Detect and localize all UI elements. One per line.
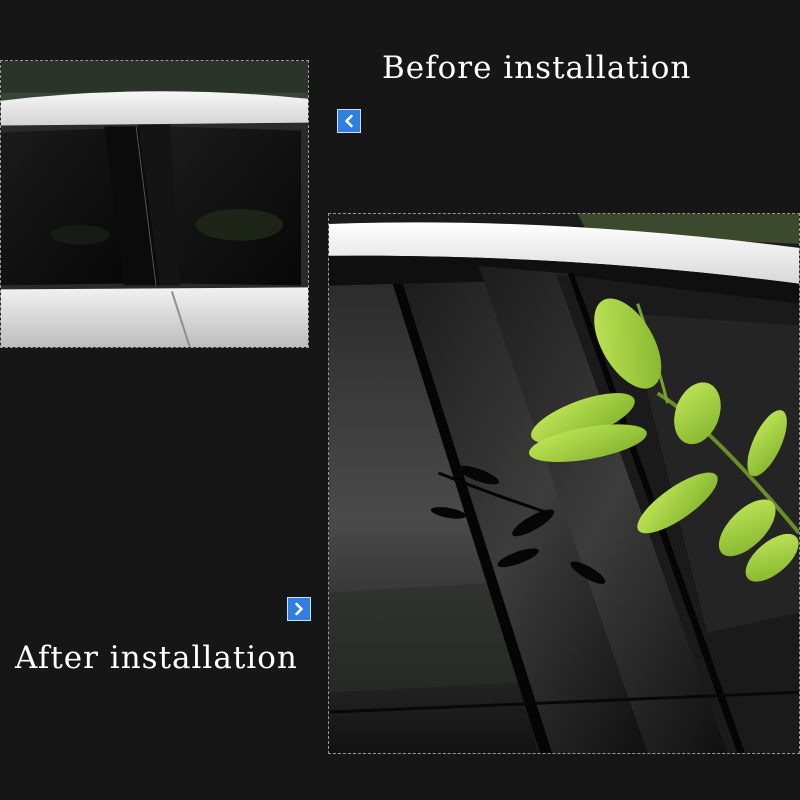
after-installation-caption: After installation xyxy=(15,640,298,676)
after-car-window-illustration xyxy=(329,214,799,753)
before-car-window-illustration xyxy=(1,61,308,347)
before-installation-caption: Before installation xyxy=(382,50,692,86)
chevron-right-icon xyxy=(287,597,311,621)
before-installation-photo xyxy=(0,60,309,348)
after-installation-photo xyxy=(328,213,800,754)
chevron-left-icon xyxy=(337,109,361,133)
